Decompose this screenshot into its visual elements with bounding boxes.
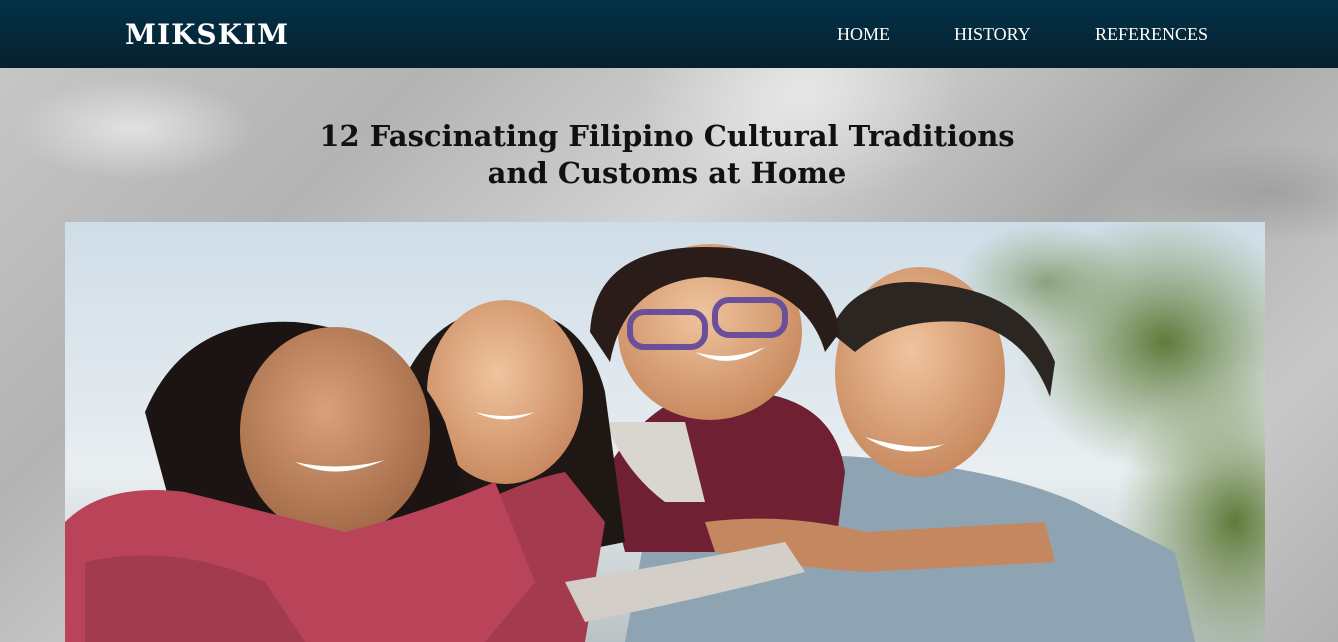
nav-references-link[interactable]: REFERENCES (1095, 24, 1208, 45)
nav-home-link[interactable]: HOME (837, 24, 890, 45)
page-title: 12 Fascinating Filipino Cultural Traditi… (319, 119, 1015, 190)
top-navbar: MIKSKIM HOME HISTORY REFERENCES (0, 0, 1338, 68)
hero-family-photo (65, 222, 1265, 642)
nav-history-link[interactable]: HISTORY (954, 24, 1031, 45)
site-logo[interactable]: MIKSKIM (125, 18, 289, 51)
